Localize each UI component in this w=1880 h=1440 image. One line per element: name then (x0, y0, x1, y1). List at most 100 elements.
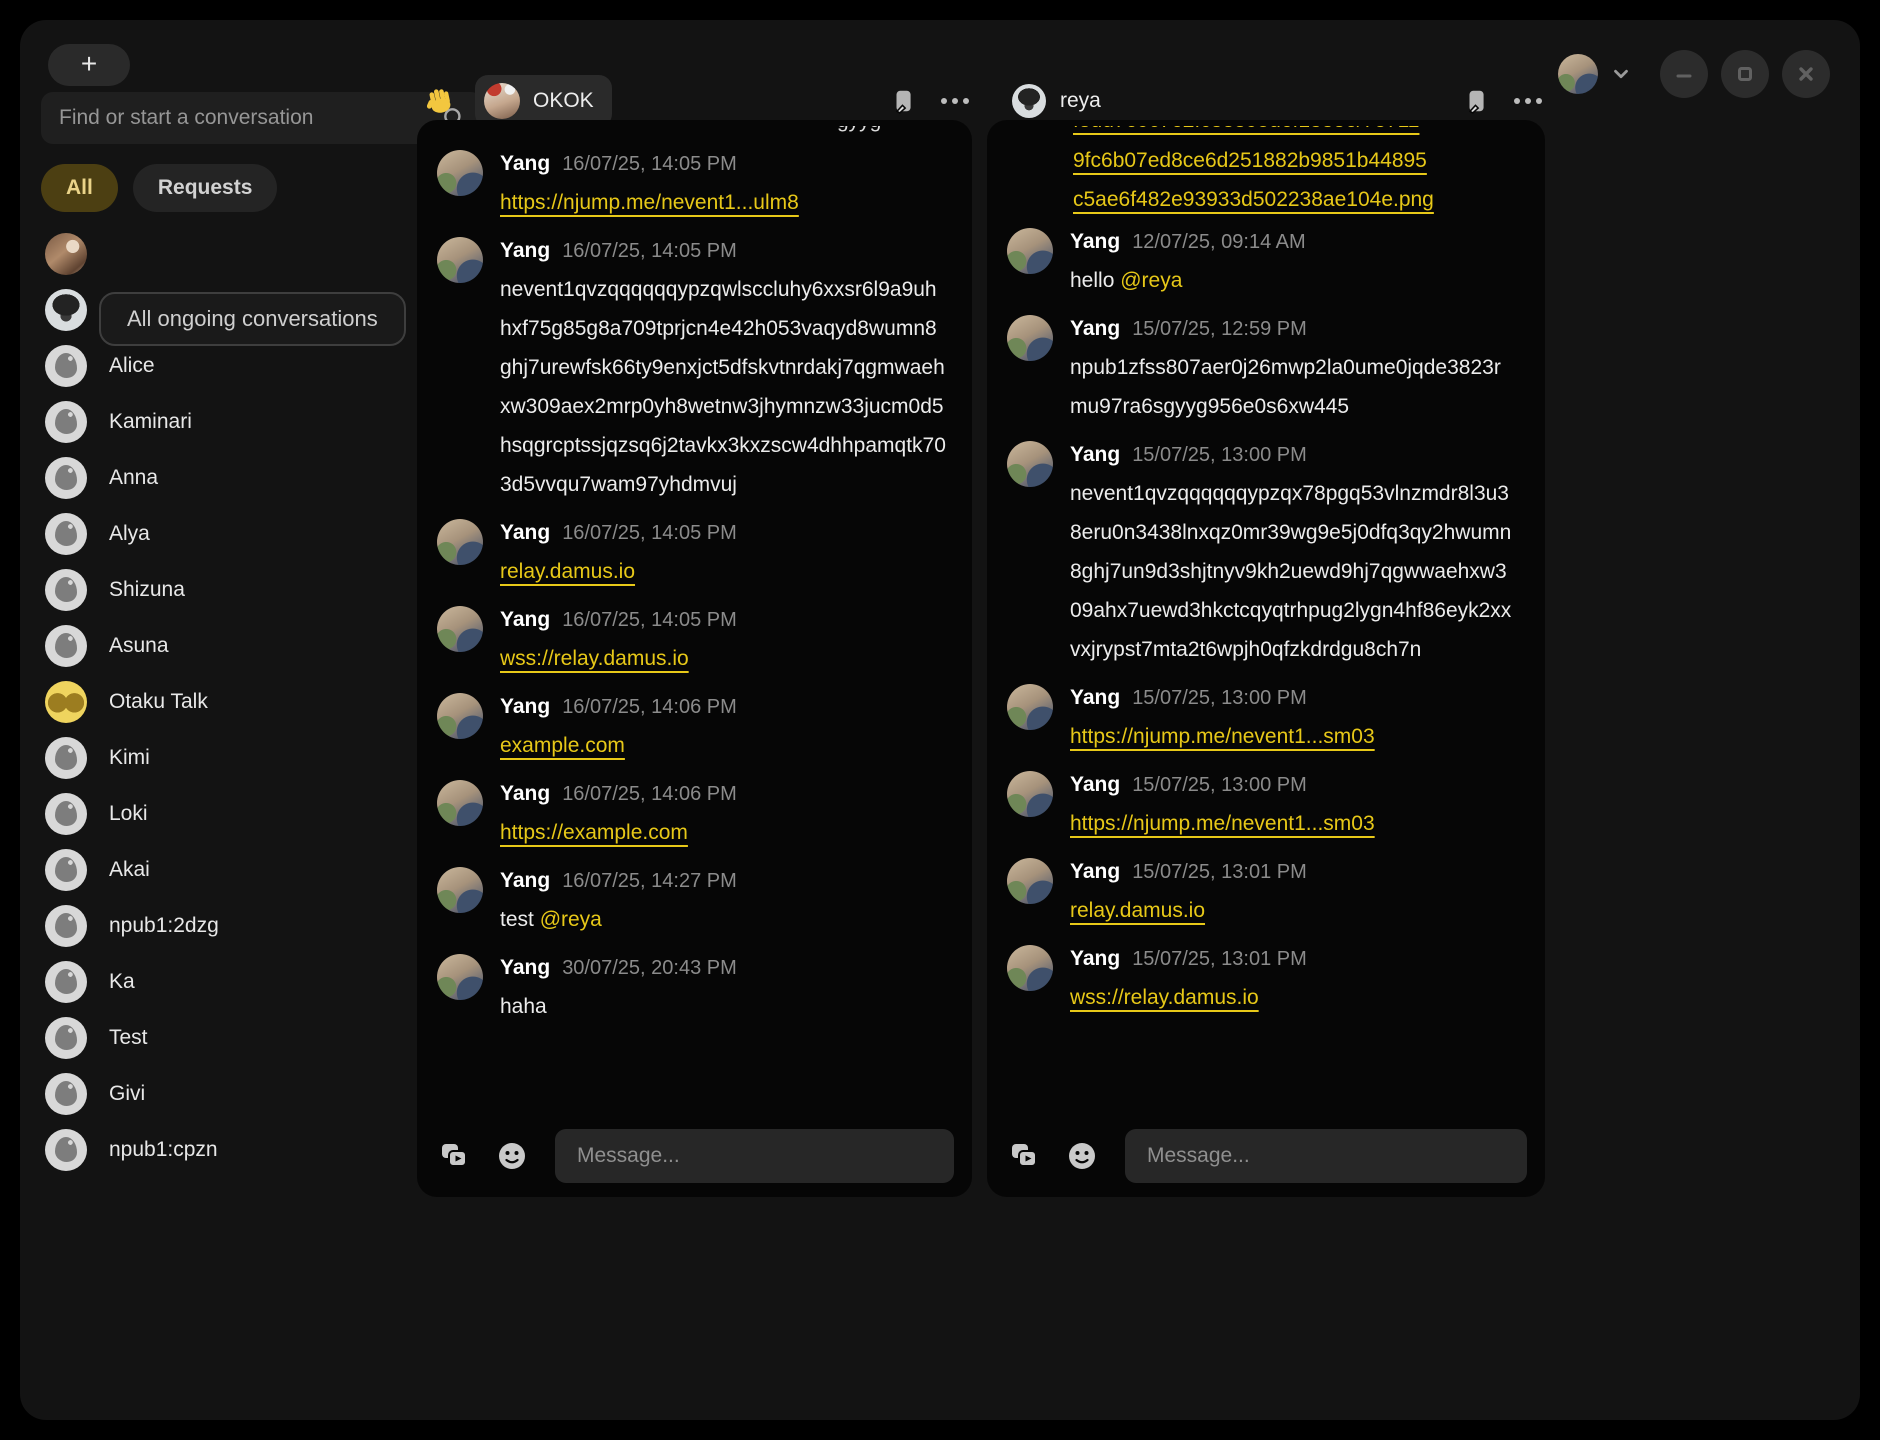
message-text: example.com (500, 726, 737, 765)
message-author-avatar[interactable] (1007, 945, 1053, 991)
close-icon (1797, 65, 1815, 83)
titlebar-right-cluster (1558, 50, 1830, 98)
message-timestamp: 15/07/25, 13:01 PM (1132, 861, 1307, 883)
more-options-button[interactable] (1511, 84, 1545, 118)
message-link[interactable]: relay.damus.io (1070, 899, 1205, 922)
message-link[interactable]: https://njump.me/nevent1...sm03 (1070, 725, 1375, 748)
conversation-avatar (45, 961, 87, 1003)
message-author: Yang (500, 869, 550, 892)
conversation-avatar (45, 569, 87, 611)
right-peer-avatar[interactable] (1012, 84, 1046, 118)
right-peer-name: reya (1060, 89, 1101, 113)
mention-link[interactable]: @reya (1120, 269, 1182, 292)
message-text: https://njump.me/nevent1...sm03 (1070, 717, 1375, 756)
clipped-link-line[interactable]: c5ae6f482e93933d502238ae104e.png (1073, 180, 1525, 219)
minimize-button[interactable] (1660, 50, 1708, 98)
message: Yang30/07/25, 20:43 PM haha (417, 945, 972, 1032)
new-conversation-button[interactable]: + (48, 44, 130, 86)
message: Yang16/07/25, 14:05 PM nevent1qvzqqqqqqy… (417, 228, 972, 510)
message-author-avatar[interactable] (437, 867, 483, 913)
message-link[interactable]: wss://relay.damus.io (1070, 986, 1259, 1009)
message-link[interactable]: https://example.com (500, 821, 688, 844)
conversation-name: Alya (109, 522, 150, 546)
message-author-avatar[interactable] (437, 954, 483, 1000)
message-author-avatar[interactable] (437, 693, 483, 739)
message-author: Yang (1070, 317, 1120, 340)
note-icon (1463, 88, 1489, 114)
message-author: Yang (500, 695, 550, 718)
message-author-avatar[interactable] (1007, 441, 1053, 487)
message-author-avatar[interactable] (1007, 858, 1053, 904)
message-author-avatar[interactable] (437, 780, 483, 826)
message-text: haha (500, 987, 737, 1026)
message-timestamp: 15/07/25, 13:00 PM (1132, 687, 1307, 709)
message-timestamp: 16/07/25, 14:27 PM (562, 870, 737, 892)
tooltip: All ongoing conversations (99, 292, 406, 346)
user-avatar[interactable] (1558, 54, 1598, 94)
message-author-avatar[interactable] (1007, 315, 1053, 361)
message-text-part: nevent1qvzqqqqqqypzqx78pgq53vlnzmdr8l3u3… (1070, 482, 1511, 661)
conversation-avatar (45, 457, 87, 499)
message-author: Yang (500, 239, 550, 262)
message-author-avatar[interactable] (1007, 228, 1053, 274)
conversation-avatar (45, 737, 87, 779)
message: Yang12/07/25, 09:14 AM hello @reya (987, 219, 1545, 306)
media-attach-icon (438, 1140, 470, 1172)
close-button[interactable] (1782, 50, 1830, 98)
message-link[interactable]: relay.damus.io (500, 560, 635, 583)
maximize-icon (1736, 65, 1754, 83)
conversation-avatar (45, 289, 87, 331)
chevron-down-icon[interactable] (1610, 63, 1632, 85)
maximize-button[interactable] (1721, 50, 1769, 98)
clipped-link-line[interactable]: 9fc6b07ed8ce6d251882b9851b44895 (1073, 141, 1525, 180)
message-link[interactable]: wss://relay.damus.io (500, 647, 689, 670)
conversation-name: Asuna (109, 634, 169, 658)
emoji-smiley-icon (496, 1140, 528, 1172)
middle-chat-panel: gyyg Yang16/07/25, 14:05 PM https://njum… (417, 120, 972, 1197)
message-author-avatar[interactable] (437, 150, 483, 196)
message-author: Yang (1070, 230, 1120, 253)
message-author: Yang (1070, 773, 1120, 796)
message-author-avatar[interactable] (437, 237, 483, 283)
media-attach-icon (1008, 1140, 1040, 1172)
message-author: Yang (500, 152, 550, 175)
message-author-avatar[interactable] (1007, 771, 1053, 817)
message-author-avatar[interactable] (1007, 684, 1053, 730)
conversation-name: Alice (109, 354, 155, 378)
message-text: wss://relay.damus.io (1070, 978, 1307, 1017)
message-link[interactable]: https://njump.me/nevent1...sm03 (1070, 812, 1375, 835)
app-window: + (20, 20, 1860, 1420)
conversation-avatar (45, 1017, 87, 1059)
message: Yang15/07/25, 13:00 PM https://njump.me/… (987, 675, 1545, 762)
conversation-avatar (45, 1073, 87, 1115)
message-timestamp: 30/07/25, 20:43 PM (562, 957, 737, 979)
search-input[interactable] (57, 105, 441, 131)
message-author-avatar[interactable] (437, 519, 483, 565)
message-link[interactable]: https://njump.me/nevent1...ulm8 (500, 191, 799, 214)
message: Yang15/07/25, 13:01 PM relay.damus.io (987, 849, 1545, 936)
emoji-button[interactable] (495, 1139, 529, 1173)
tab-all[interactable]: All (41, 164, 118, 212)
conversation-name: Ka (109, 970, 135, 994)
message-text-part: npub1zfss807aer0j26mwp2la0ume0jqde3823rm… (1070, 356, 1501, 418)
media-attach-button[interactable] (1007, 1139, 1041, 1173)
message-input[interactable] (555, 1129, 954, 1183)
conversation-name: Otaku Talk (109, 690, 208, 714)
clipped-link-message: f8dd769c762fc83395d6f13386/7e7119fc6b07e… (987, 126, 1545, 219)
conversation-avatar (45, 905, 87, 947)
emoji-button[interactable] (1065, 1139, 1099, 1173)
conversation-avatar (45, 345, 87, 387)
message-author: Yang (500, 521, 550, 544)
tab-requests[interactable]: Requests (133, 164, 278, 212)
message: Yang16/07/25, 14:06 PM example.com (417, 684, 972, 771)
note-button[interactable] (886, 84, 920, 118)
media-attach-button[interactable] (437, 1139, 471, 1173)
mention-link[interactable]: @reya (540, 908, 602, 931)
clipped-link-line[interactable]: f8dd769c762fc83395d6f13386/7e711 (1073, 126, 1525, 140)
message-link[interactable]: example.com (500, 734, 625, 757)
note-button[interactable] (1459, 84, 1493, 118)
more-options-button[interactable] (938, 84, 972, 118)
message-input[interactable] (1125, 1129, 1527, 1183)
message-author: Yang (500, 608, 550, 631)
message-author-avatar[interactable] (437, 606, 483, 652)
